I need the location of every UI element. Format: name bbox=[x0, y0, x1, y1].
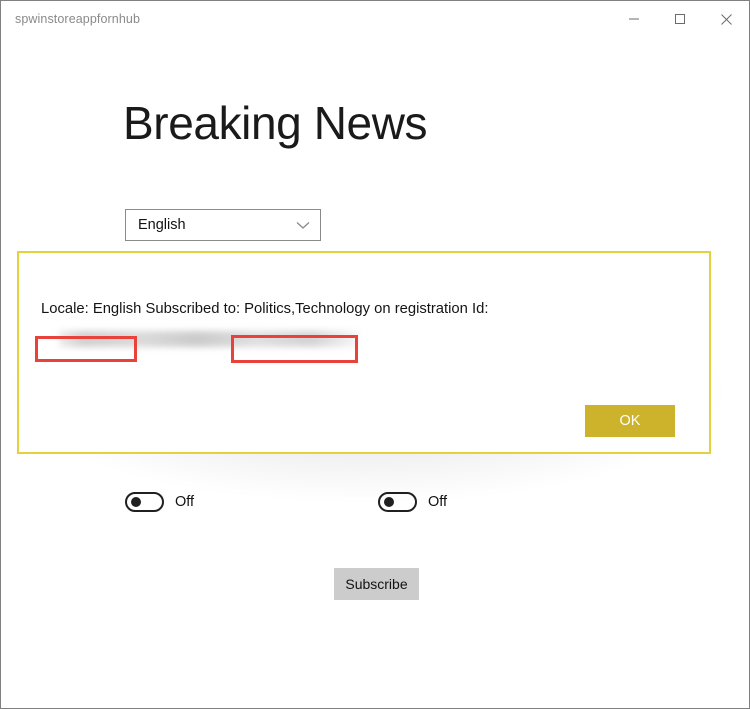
title-bar[interactable]: spwinstoreappfornhub bbox=[1, 1, 749, 37]
app-window: spwinstoreappfornhub Breaking News Engli… bbox=[0, 0, 750, 709]
locale-select[interactable]: English bbox=[125, 209, 321, 241]
subscription-dialog: Locale: English Subscribed to: Politics,… bbox=[17, 251, 711, 454]
window-caption-buttons bbox=[611, 1, 749, 37]
maximize-icon bbox=[674, 13, 686, 25]
close-button[interactable] bbox=[703, 1, 749, 37]
dialog-message-topics: Politics,Technology bbox=[244, 301, 371, 317]
minimize-icon bbox=[628, 13, 640, 25]
registration-id-redacted bbox=[59, 331, 359, 347]
page-title: Breaking News bbox=[123, 97, 428, 149]
minimize-button[interactable] bbox=[611, 1, 657, 37]
dialog-message-locale: Locale: English bbox=[41, 301, 142, 317]
dialog-message: Locale: English Subscribed to: Politics,… bbox=[41, 302, 488, 317]
close-icon bbox=[720, 13, 733, 26]
window-title: spwinstoreappfornhub bbox=[15, 12, 140, 26]
subscribe-button[interactable]: Subscribe bbox=[334, 568, 419, 600]
chevron-down-icon bbox=[296, 220, 310, 230]
dialog-message-subscribed-to: Subscribed to: bbox=[141, 301, 245, 317]
dialog-message-registration: on registration Id: bbox=[370, 301, 489, 317]
dialog-ok-button[interactable]: OK bbox=[585, 405, 675, 437]
locale-select-value: English bbox=[138, 217, 186, 233]
maximize-button[interactable] bbox=[657, 1, 703, 37]
